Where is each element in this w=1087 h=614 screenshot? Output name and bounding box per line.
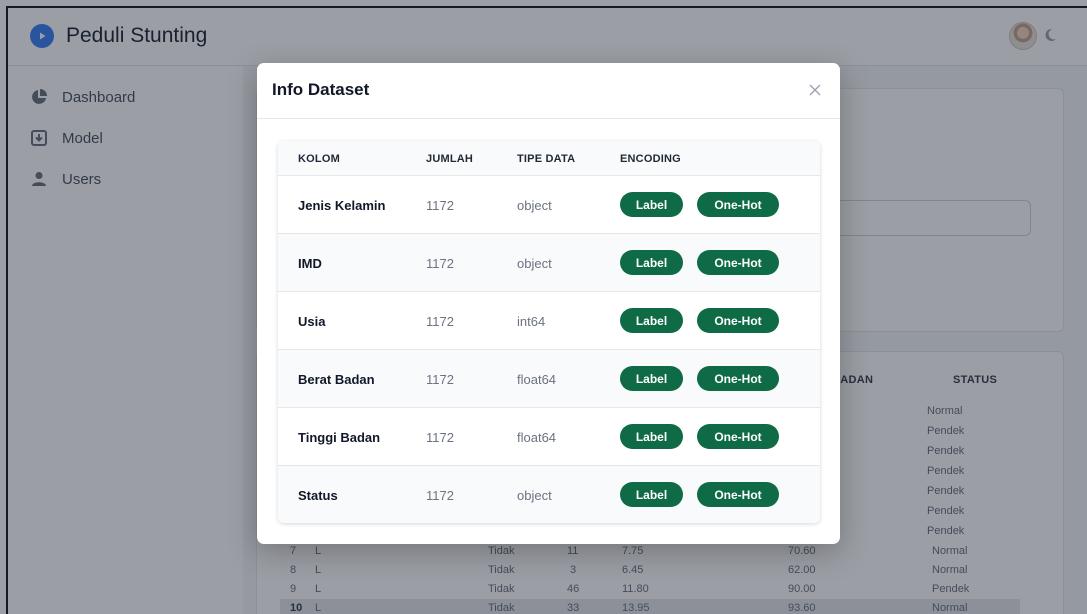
onehot-encoding-button[interactable]: One-Hot (697, 366, 779, 391)
info-dataset-modal: Info Dataset KOLOM JUMLAH TIPE DATA ENCO… (257, 63, 840, 544)
label-encoding-button[interactable]: Label (620, 424, 683, 449)
label-encoding-button[interactable]: Label (620, 308, 683, 333)
column-header-tipe-data: TIPE DATA (517, 153, 576, 165)
cell-jumlah: 1172 (426, 372, 454, 387)
cell-tipe-data: int64 (517, 314, 546, 329)
cell-tipe-data: object (517, 198, 552, 213)
cell-tipe-data: object (517, 488, 552, 503)
cell-kolom: Tinggi Badan (298, 430, 381, 445)
cell-tipe-data: object (517, 256, 552, 271)
cell-kolom: Jenis Kelamin (298, 198, 386, 213)
table-row: Status 1172 object Label One-Hot (278, 465, 820, 523)
cell-kolom: Berat Badan (298, 372, 375, 387)
label-encoding-button[interactable]: Label (620, 482, 683, 507)
cell-jumlah: 1172 (426, 198, 454, 213)
label-encoding-button[interactable]: Label (620, 250, 683, 275)
label-encoding-button[interactable]: Label (620, 192, 683, 217)
cell-jumlah: 1172 (426, 430, 454, 445)
cell-jumlah: 1172 (426, 314, 454, 329)
onehot-encoding-button[interactable]: One-Hot (697, 250, 779, 275)
onehot-encoding-button[interactable]: One-Hot (697, 482, 779, 507)
modal-header: Info Dataset (257, 63, 840, 119)
column-header-encoding: ENCODING (620, 153, 681, 165)
table-row: IMD 1172 object Label One-Hot (278, 233, 820, 291)
label-encoding-button[interactable]: Label (620, 366, 683, 391)
column-header-jumlah: JUMLAH (426, 153, 474, 165)
cell-tipe-data: float64 (517, 372, 557, 387)
cell-tipe-data: float64 (517, 430, 557, 445)
dataset-table: KOLOM JUMLAH TIPE DATA ENCODING Jenis Ke… (278, 141, 820, 523)
onehot-encoding-button[interactable]: One-Hot (697, 192, 779, 217)
cell-kolom: Status (298, 488, 338, 503)
table-row: Jenis Kelamin 1172 object Label One-Hot (278, 175, 820, 233)
onehot-encoding-button[interactable]: One-Hot (697, 308, 779, 333)
cell-kolom: Usia (298, 314, 326, 329)
table-row: Berat Badan 1172 float64 Label One-Hot (278, 349, 820, 407)
column-header-kolom: KOLOM (298, 153, 340, 165)
onehot-encoding-button[interactable]: One-Hot (697, 424, 779, 449)
cell-jumlah: 1172 (426, 256, 454, 271)
modal-title: Info Dataset (272, 80, 370, 99)
close-icon[interactable] (806, 81, 824, 99)
table-header: KOLOM JUMLAH TIPE DATA ENCODING (278, 141, 820, 175)
cell-jumlah: 1172 (426, 488, 454, 503)
table-row: Usia 1172 int64 Label One-Hot (278, 291, 820, 349)
table-row: Tinggi Badan 1172 float64 Label One-Hot (278, 407, 820, 465)
cell-kolom: IMD (298, 256, 322, 271)
